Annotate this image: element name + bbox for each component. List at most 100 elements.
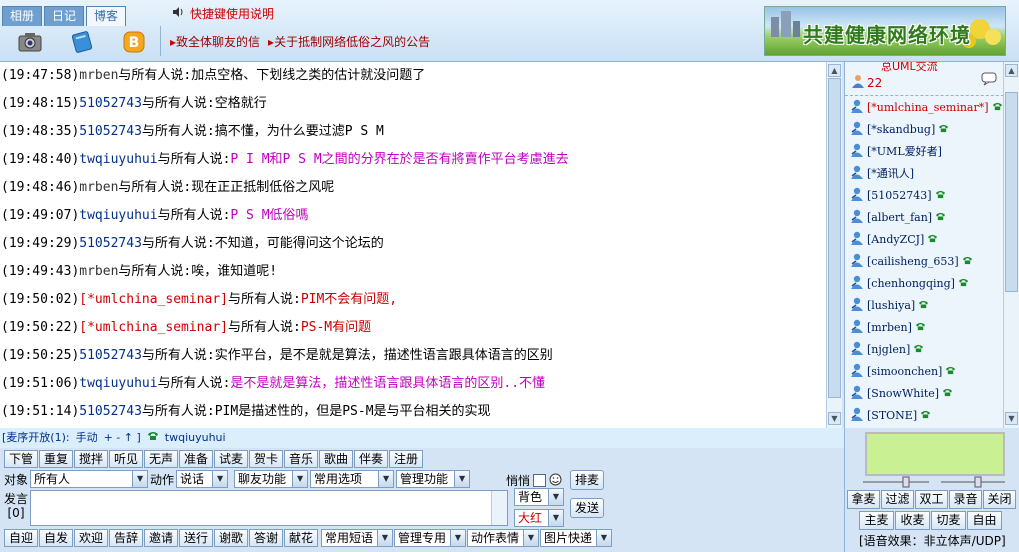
message-speaker[interactable]: [*umlchina_seminar] bbox=[79, 320, 228, 335]
message-speaker[interactable]: mrben bbox=[79, 264, 118, 279]
scroll-up-icon[interactable]: ▲ bbox=[1005, 64, 1018, 77]
common-options-select[interactable]: 常用选项 ▼ bbox=[310, 470, 395, 488]
quick-button[interactable]: 送行 bbox=[179, 529, 213, 547]
text-color-select[interactable]: 大红 ▼ bbox=[514, 509, 564, 527]
admin-function-select[interactable]: 管理功能 ▼ bbox=[396, 470, 471, 488]
user-scroll-thumb[interactable] bbox=[1005, 92, 1018, 292]
quick-button[interactable]: 谢歌 bbox=[214, 529, 248, 547]
audio-button[interactable]: 拿麦 bbox=[847, 490, 880, 509]
user-list-item[interactable]: [*通讯人] bbox=[845, 162, 1019, 184]
quick-dropdown[interactable]: 图片快递 ▼ bbox=[540, 529, 612, 547]
quick-button[interactable]: 自发 bbox=[39, 529, 73, 547]
function-button[interactable]: 试麦 bbox=[214, 450, 248, 468]
function-button[interactable]: 搅拌 bbox=[74, 450, 108, 468]
function-button[interactable]: 伴奏 bbox=[354, 450, 388, 468]
quick-button[interactable]: 欢迎 bbox=[74, 529, 108, 547]
message-speaker[interactable]: 51052743 bbox=[79, 348, 142, 363]
user-list-item[interactable]: [*skandbug] bbox=[845, 118, 1019, 140]
chat-bubble-icon[interactable] bbox=[981, 72, 999, 89]
user-avatar-icon bbox=[849, 384, 865, 403]
chevron-down-icon: ▼ bbox=[212, 471, 228, 487]
mic-control-button[interactable]: 切麦 bbox=[931, 511, 966, 530]
notebook-icon[interactable] bbox=[56, 28, 108, 56]
function-button[interactable]: 重复 bbox=[39, 450, 73, 468]
background-color-select[interactable]: 背色 ▼ bbox=[514, 488, 564, 506]
quick-dropdown[interactable]: 管理专用 ▼ bbox=[394, 529, 466, 547]
user-list-scrollbar[interactable]: ▲ ▼ bbox=[1003, 62, 1019, 428]
message-speaker[interactable]: [*umlchina_seminar] bbox=[79, 292, 228, 307]
smiley-icon[interactable] bbox=[549, 473, 562, 489]
audio-button[interactable]: 录音 bbox=[949, 490, 982, 509]
send-button[interactable]: 发送 bbox=[570, 498, 604, 518]
function-button[interactable]: 无声 bbox=[144, 450, 178, 468]
message-input[interactable] bbox=[30, 490, 508, 526]
audio-button[interactable]: 过滤 bbox=[881, 490, 914, 509]
function-button[interactable]: 音乐 bbox=[284, 450, 318, 468]
chat-scrollbar[interactable]: ▲ ▼ bbox=[826, 62, 842, 428]
shortcut-help-link[interactable]: 快捷键使用说明 bbox=[172, 5, 274, 22]
mic-control-button[interactable]: 自由 bbox=[967, 511, 1002, 530]
mic-control-button[interactable]: 收麦 bbox=[895, 511, 930, 530]
scroll-down-icon[interactable]: ▼ bbox=[828, 412, 841, 425]
chat-scroll-thumb[interactable] bbox=[828, 78, 841, 398]
blog-icon[interactable]: B bbox=[108, 28, 160, 56]
function-button[interactable]: 听见 bbox=[109, 450, 143, 468]
user-list-item[interactable]: [SnowWhite] bbox=[845, 382, 1019, 404]
function-button[interactable]: 准备 bbox=[179, 450, 213, 468]
user-list-item[interactable]: [simoonchen] bbox=[845, 360, 1019, 382]
user-list-item[interactable]: [AndyZCJ] bbox=[845, 228, 1019, 250]
message-speaker[interactable]: 51052743 bbox=[79, 236, 142, 251]
message-speaker[interactable]: mrben bbox=[79, 68, 118, 83]
message-speaker[interactable]: 51052743 bbox=[79, 96, 142, 111]
user-list-item[interactable]: [mrben] bbox=[845, 316, 1019, 338]
user-list-item[interactable]: [*umlchina_seminar*] bbox=[845, 96, 1019, 118]
message-speaker[interactable]: 51052743 bbox=[79, 404, 142, 419]
user-list-item[interactable]: [lushiya] bbox=[845, 294, 1019, 316]
quick-button[interactable]: 答谢 bbox=[249, 529, 283, 547]
function-button[interactable]: 注册 bbox=[389, 450, 423, 468]
user-list-item[interactable]: [chenhongqing] bbox=[845, 272, 1019, 294]
message-speaker[interactable]: 51052743 bbox=[79, 124, 142, 139]
audio-button[interactable]: 双工 bbox=[915, 490, 948, 509]
user-list-item[interactable]: [njglen] bbox=[845, 338, 1019, 360]
user-list-item[interactable]: [cailisheng_653] bbox=[845, 250, 1019, 272]
camera-icon[interactable] bbox=[4, 28, 56, 56]
notice-letter-link[interactable]: ▸致全体聊友的信 bbox=[170, 33, 260, 50]
message-speaker[interactable]: twqiuyuhui bbox=[79, 376, 157, 391]
quick-button[interactable]: 告辞 bbox=[109, 529, 143, 547]
user-list-item[interactable]: [51052743] bbox=[845, 184, 1019, 206]
user-list-item[interactable]: [*UML爱好者] bbox=[845, 140, 1019, 162]
function-button[interactable]: 贺卡 bbox=[249, 450, 283, 468]
message-speaker[interactable]: twqiuyuhui bbox=[79, 208, 157, 223]
action-select[interactable]: 说话 ▼ bbox=[176, 470, 229, 488]
quick-button[interactable]: 邀请 bbox=[144, 529, 178, 547]
function-button[interactable]: 歌曲 bbox=[319, 450, 353, 468]
user-list-item[interactable]: [albert_fan] bbox=[845, 206, 1019, 228]
mic-queue-controls[interactable]: + - ↑ ] bbox=[104, 428, 141, 448]
audio-button[interactable]: 关闭 bbox=[983, 490, 1016, 509]
quick-button[interactable]: 献花 bbox=[284, 529, 318, 547]
chat-friend-select[interactable]: 聊友功能 ▼ bbox=[234, 470, 309, 488]
message-speaker[interactable]: mrben bbox=[79, 180, 118, 195]
healthy-network-banner[interactable]: 共建健康网络环境 bbox=[764, 6, 1006, 56]
quick-dropdown[interactable]: 动作表情 ▼ bbox=[467, 529, 539, 547]
mic-control-button[interactable]: 主麦 bbox=[859, 511, 894, 530]
quick-dropdown[interactable]: 常用短语 ▼ bbox=[321, 529, 393, 547]
scroll-up-icon[interactable]: ▲ bbox=[828, 64, 841, 77]
chat-message-area[interactable]: (19:47:58)mrben与所有人说:加点空格、下划线之类的估计就没问题了(… bbox=[0, 62, 826, 428]
notice-announcement-link[interactable]: ▸关于抵制网络低俗之风的公告 bbox=[268, 33, 430, 50]
message-input-scrollbar[interactable] bbox=[491, 491, 507, 525]
message-speaker[interactable]: twqiuyuhui bbox=[79, 152, 157, 167]
quick-button[interactable]: 自迎 bbox=[4, 529, 38, 547]
scroll-down-icon[interactable]: ▼ bbox=[1005, 412, 1018, 425]
queue-mic-button[interactable]: 排麦 bbox=[570, 470, 604, 490]
tab-blog[interactable]: 博客 bbox=[86, 6, 126, 26]
volume-sliders[interactable] bbox=[859, 474, 1009, 490]
function-button[interactable]: 下管 bbox=[4, 450, 38, 468]
tab-diary[interactable]: 日记 bbox=[44, 6, 84, 26]
target-select[interactable]: 所有人 ▼ bbox=[30, 470, 149, 488]
tab-album[interactable]: 相册 bbox=[2, 6, 42, 26]
user-list-item[interactable]: [STONE] bbox=[845, 404, 1019, 426]
whisper-checkbox[interactable] bbox=[533, 474, 547, 487]
mic-queue-mode[interactable]: 手动 bbox=[76, 428, 98, 448]
